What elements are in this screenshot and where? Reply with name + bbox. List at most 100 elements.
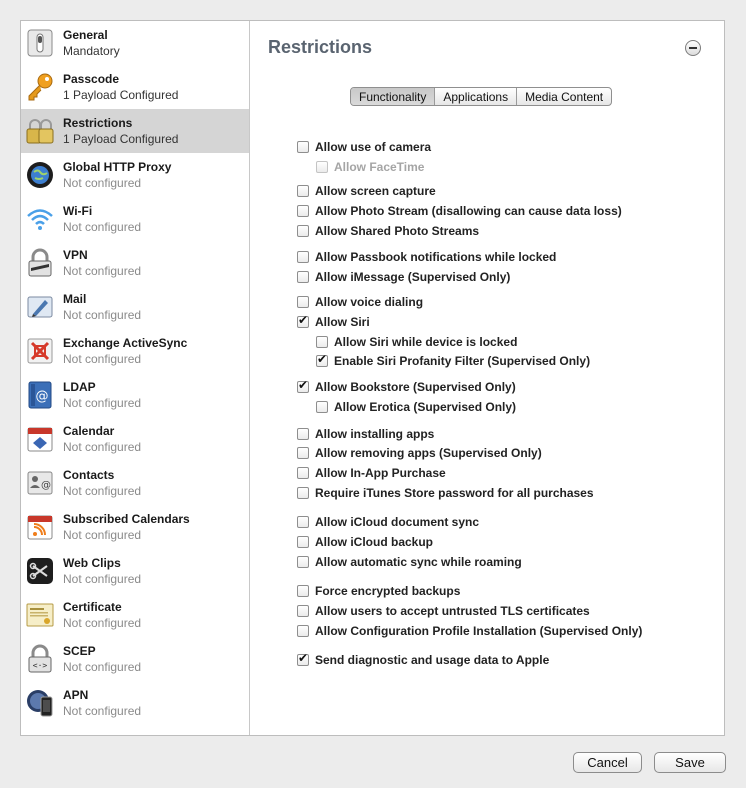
restriction-option[interactable]: Allow Siri	[297, 313, 370, 331]
restriction-option[interactable]: Allow users to accept untrusted TLS cert…	[297, 602, 590, 620]
sidebar-item-scep[interactable]: <·> SCEP Not configured	[21, 637, 249, 681]
tab-functionality[interactable]: Functionality	[351, 88, 436, 105]
svg-text:@: @	[41, 480, 51, 491]
ldap-icon: @	[25, 380, 55, 410]
restriction-option[interactable]: Require iTunes Store password for all pu…	[297, 484, 594, 502]
restriction-option: Allow FaceTime	[316, 158, 424, 176]
restriction-option[interactable]: Allow iMessage (Supervised Only)	[297, 268, 510, 286]
key-icon	[25, 72, 55, 102]
checkbox[interactable]	[297, 585, 309, 597]
tab-media-content[interactable]: Media Content	[517, 88, 611, 105]
checkbox[interactable]	[297, 296, 309, 308]
sidebar-item-apn[interactable]: APN Not configured	[21, 681, 249, 725]
remove-payload-button[interactable]	[685, 40, 701, 56]
sidebar-item-restrictions[interactable]: Restrictions 1 Payload Configured	[21, 109, 249, 153]
restriction-option[interactable]: Allow Configuration Profile Installation…	[297, 622, 642, 640]
checkbox[interactable]	[297, 225, 309, 237]
sidebar-item-label: Contacts	[63, 468, 115, 482]
checkbox[interactable]	[297, 313, 309, 328]
checkbox[interactable]	[297, 487, 309, 499]
restriction-option[interactable]: Allow screen capture	[297, 182, 436, 200]
restriction-option[interactable]: Force encrypted backups	[297, 582, 460, 600]
option-label: Allow use of camera	[315, 140, 432, 154]
checkbox[interactable]	[297, 185, 309, 197]
sidebar-item-wi-fi[interactable]: Wi-Fi Not configured	[21, 197, 249, 241]
restriction-option[interactable]: Allow Erotica (Supervised Only)	[316, 398, 516, 416]
sidebar-item-label: Web Clips	[63, 556, 121, 570]
restriction-option[interactable]: Allow automatic sync while roaming	[297, 553, 522, 571]
checkbox[interactable]	[316, 336, 328, 348]
checkbox[interactable]	[297, 516, 309, 528]
checkbox[interactable]	[297, 467, 309, 479]
sidebar-item-ldap[interactable]: @ LDAP Not configured	[21, 373, 249, 417]
option-label: Allow In-App Purchase	[315, 466, 446, 480]
restriction-option[interactable]: Allow Passbook notifications while locke…	[297, 248, 556, 266]
option-label: Allow Configuration Profile Installation…	[315, 624, 643, 638]
sidebar-item-passcode[interactable]: Passcode 1 Payload Configured	[21, 65, 249, 109]
tab-applications[interactable]: Applications	[435, 88, 518, 105]
option-label: Allow Passbook notifications while locke…	[315, 250, 557, 264]
checkbox	[316, 161, 328, 173]
restriction-option[interactable]: Allow iCloud backup	[297, 533, 433, 551]
sidebar-item-status: Mandatory	[63, 44, 120, 58]
sidebar-item-contacts[interactable]: @ Contacts Not configured	[21, 461, 249, 505]
sidebar-item-global-http-proxy[interactable]: Global HTTP Proxy Not configured	[21, 153, 249, 197]
checkbox[interactable]	[297, 205, 309, 217]
checkbox[interactable]	[297, 428, 309, 440]
sidebar-item-web-clips[interactable]: Web Clips Not configured	[21, 549, 249, 593]
vpn-lock-icon	[25, 248, 55, 278]
sidebar-item-status: Not configured	[63, 484, 142, 498]
sidebar-item-label: APN	[63, 688, 89, 702]
checkbox[interactable]	[297, 605, 309, 617]
option-label: Allow Siri while device is locked	[334, 335, 518, 349]
restriction-option[interactable]: Allow use of camera	[297, 138, 431, 156]
sidebar-item-status: Not configured	[63, 704, 142, 718]
checkbox[interactable]	[316, 401, 328, 413]
option-label: Send diagnostic and usage data to Apple	[315, 653, 550, 667]
checkbox[interactable]	[297, 271, 309, 283]
sidebar-item-status: Not configured	[63, 308, 142, 322]
sidebar-item-status: 1 Payload Configured	[63, 132, 179, 146]
restriction-option[interactable]: Allow Shared Photo Streams	[297, 222, 479, 240]
cancel-button[interactable]: Cancel	[573, 752, 642, 773]
sidebar-item-status: Not configured	[63, 176, 142, 190]
sidebar-item-status: Not configured	[63, 440, 142, 454]
checkbox[interactable]	[297, 141, 309, 153]
certificate-icon	[25, 600, 55, 630]
checkbox[interactable]	[297, 556, 309, 568]
checkbox[interactable]	[297, 625, 309, 637]
svg-text:@: @	[36, 389, 49, 404]
checkbox[interactable]	[297, 651, 309, 666]
restriction-option[interactable]: Allow Photo Stream (disallowing can caus…	[297, 202, 622, 220]
sidebar-item-general[interactable]: General Mandatory	[21, 21, 249, 65]
sidebar-item-subscribed-calendars[interactable]: Subscribed Calendars Not configured	[21, 505, 249, 549]
profile-editor-panel: General Mandatory Passcode 1 Payload Config…	[20, 20, 725, 736]
restriction-option[interactable]: Allow removing apps (Supervised Only)	[297, 444, 542, 462]
checkbox[interactable]	[316, 352, 328, 367]
save-button[interactable]: Save	[654, 752, 726, 773]
checkbox[interactable]	[297, 378, 309, 393]
padlocks-icon	[25, 116, 55, 146]
sidebar-item-certificate[interactable]: Certificate Not configured	[21, 593, 249, 637]
checkbox[interactable]	[297, 447, 309, 459]
restriction-option[interactable]: Enable Siri Profanity Filter (Supervised…	[316, 352, 590, 370]
sidebar-item-exchange-activesync[interactable]: Exchange ActiveSync Not configured	[21, 329, 249, 373]
sidebar-item-calendar[interactable]: Calendar Not configured	[21, 417, 249, 461]
restriction-option[interactable]: Allow Bookstore (Supervised Only)	[297, 378, 516, 396]
restriction-option[interactable]: Allow installing apps	[297, 425, 434, 443]
restriction-option[interactable]: Allow In-App Purchase	[297, 464, 446, 482]
option-label: Allow iCloud document sync	[315, 515, 480, 529]
sidebar-item-label: Exchange ActiveSync	[63, 336, 188, 350]
restriction-option[interactable]: Allow iCloud document sync	[297, 513, 479, 531]
sidebar-item-status: Not configured	[63, 264, 142, 278]
sidebar-item-label: Restrictions	[63, 116, 133, 130]
checkbox[interactable]	[297, 536, 309, 548]
sidebar-item-vpn[interactable]: VPN Not configured	[21, 241, 249, 285]
restriction-option[interactable]: Send diagnostic and usage data to Apple	[297, 651, 549, 669]
restriction-option[interactable]: Allow voice dialing	[297, 293, 423, 311]
option-label: Allow Bookstore (Supervised Only)	[315, 380, 516, 394]
sidebar-item-mail[interactable]: Mail Not configured	[21, 285, 249, 329]
sidebar-item-label: Passcode	[63, 72, 120, 86]
checkbox[interactable]	[297, 251, 309, 263]
restriction-option[interactable]: Allow Siri while device is locked	[316, 333, 517, 351]
